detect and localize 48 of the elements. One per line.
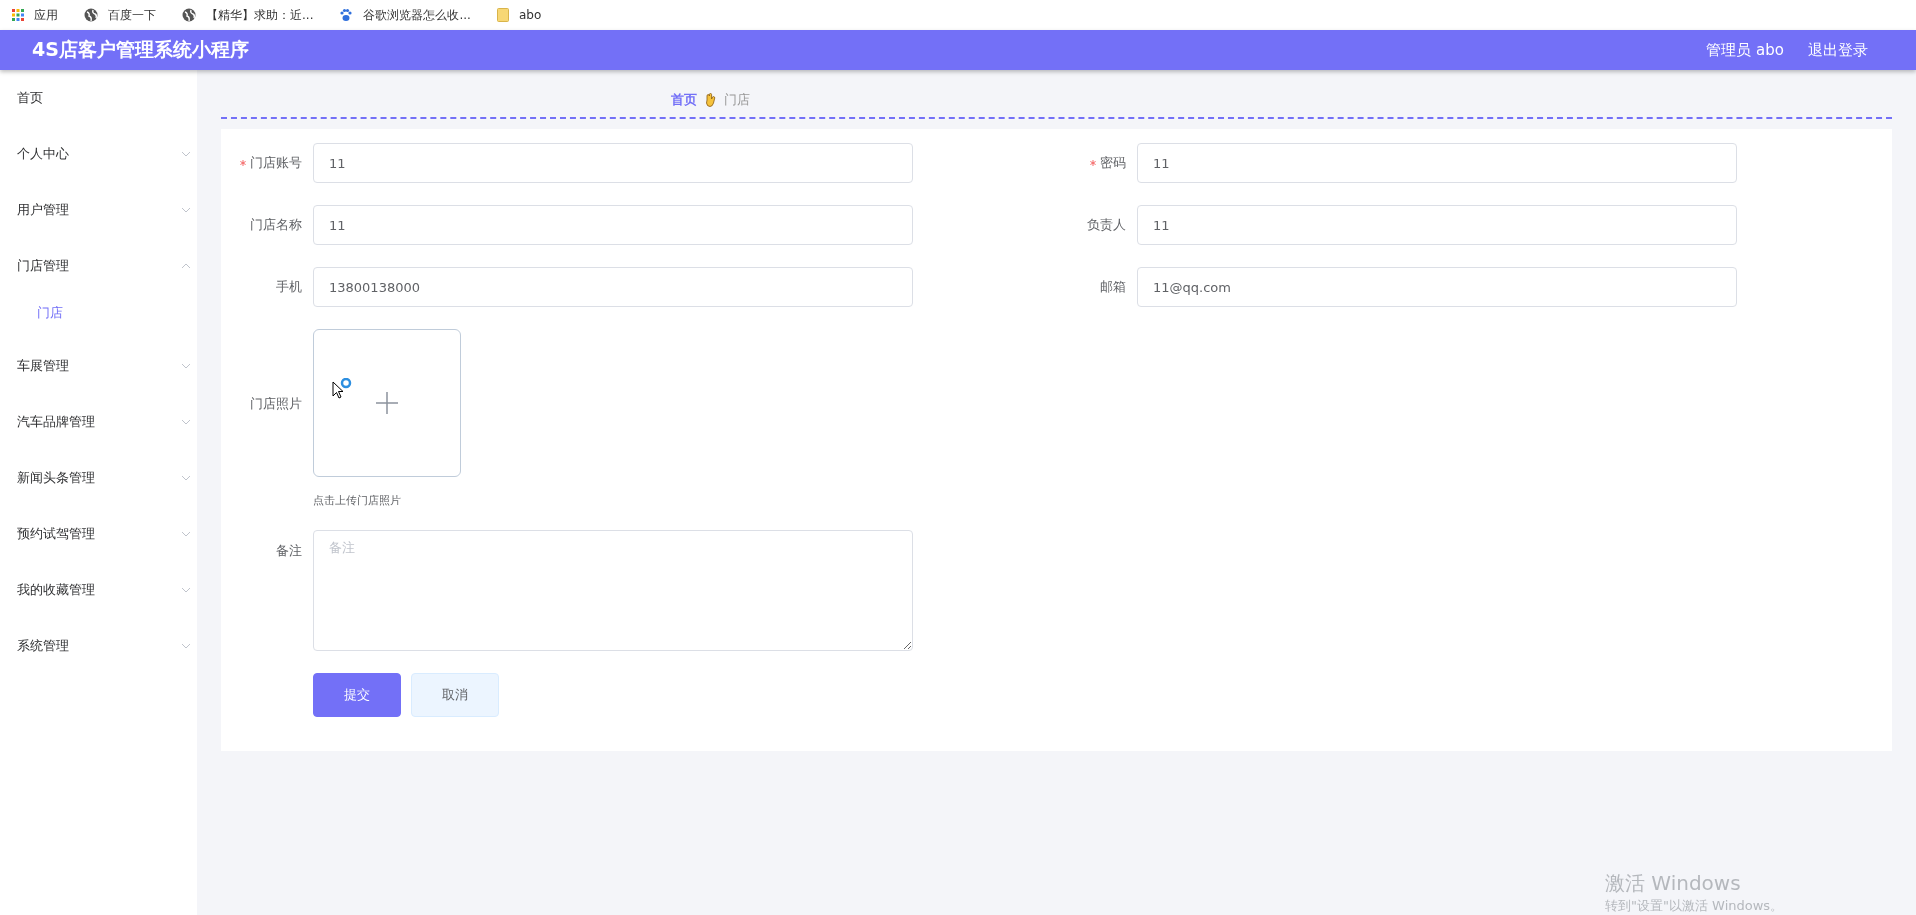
logout-link[interactable]: 退出登录	[1808, 40, 1868, 60]
apps-grid-icon	[12, 9, 24, 21]
remark-field[interactable]: 备注	[313, 530, 913, 651]
menu-item[interactable]: 用户管理	[0, 182, 197, 238]
field-label: 门店名称	[250, 216, 302, 234]
menu-item[interactable]: 我的收藏管理	[0, 562, 197, 618]
breadcrumb-item[interactable]: 首页	[671, 91, 697, 109]
text-field[interactable]: 11	[313, 143, 913, 183]
hand-icon	[705, 93, 716, 107]
breadcrumb-item: 门店	[724, 91, 750, 109]
menu-item[interactable]: 车展管理	[0, 338, 197, 394]
globe-icon	[182, 8, 196, 22]
field-label: 备注	[275, 542, 303, 560]
plus-icon	[376, 392, 398, 414]
text-field[interactable]: 11	[1137, 205, 1737, 245]
menu-item[interactable]: 预约试驾管理	[0, 506, 197, 562]
bookmark[interactable]: abo	[496, 8, 542, 22]
bookmark[interactable]: 【精华】求助：近...	[182, 6, 314, 24]
user-name: 管理员 abo	[1706, 40, 1784, 60]
app-title: 4S店客户管理系统小程序	[32, 37, 249, 62]
text-field[interactable]: 11	[1137, 143, 1737, 183]
activation-notice: 转到"设置"以激活 Windows。	[1605, 897, 1784, 915]
bookmark[interactable]: 谷歌浏览器怎么收...	[339, 6, 471, 24]
menu-item[interactable]: 系统管理	[0, 618, 197, 674]
cancel-button[interactable]: 取消	[411, 673, 499, 717]
photo-upload-box[interactable]	[313, 329, 461, 477]
menu-item[interactable]: 个人中心	[0, 126, 197, 182]
menu-item[interactable]: 新闻头条管理	[0, 450, 197, 506]
paw-icon	[339, 8, 354, 22]
bookmark[interactable]: 应用	[12, 6, 58, 24]
busy-cursor-icon	[332, 378, 354, 400]
field-label: 手机	[276, 278, 302, 296]
text-field[interactable]: 13800138000	[313, 267, 913, 307]
folder-icon	[496, 8, 509, 22]
text-field[interactable]: 11	[313, 205, 913, 245]
field-label: 密码	[1100, 154, 1126, 172]
field-label: 邮箱	[1100, 278, 1126, 296]
bookmark[interactable]: 百度一下	[84, 6, 156, 24]
field-label: 负责人	[1087, 216, 1126, 234]
field-label: 门店照片	[249, 395, 303, 413]
submit-button[interactable]: 提交	[313, 673, 401, 717]
upload-hint: 点击上传门店照片	[313, 493, 402, 508]
menu-item[interactable]: 首页	[0, 70, 197, 126]
menu-item[interactable]: 汽车品牌管理	[0, 394, 197, 450]
field-label: 门店账号	[250, 154, 302, 172]
activation-title: 激活 Windows	[1605, 870, 1742, 897]
text-field[interactable]: 11@qq.com	[1137, 267, 1737, 307]
globe-icon	[84, 8, 98, 22]
